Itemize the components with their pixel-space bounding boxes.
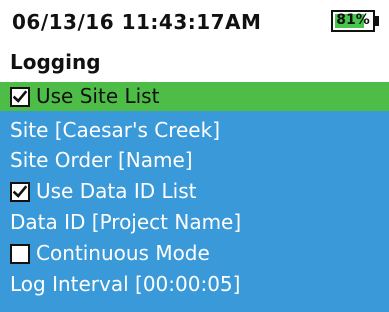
menu-item-label: Site Order [Name] [10,148,193,172]
status-bar: 06/13/16 11:43:17AM 81% [0,0,389,42]
checkmark-icon [13,185,27,198]
checkmark-icon [13,90,27,103]
menu-item-label: Continuous Mode [36,241,210,265]
menu-item-label: Log Interval [00:00:05] [10,272,241,296]
use-data-id-list-checkbox[interactable] [10,182,30,202]
continuous-mode-checkbox[interactable] [10,244,30,264]
menu-item-continuous-mode[interactable]: Continuous Mode [0,239,389,268]
screen-title: Logging [10,50,101,74]
battery-indicator: 81% [331,10,379,32]
battery-percent: 81% [336,12,370,28]
use-site-list-checkbox[interactable] [10,87,30,107]
logging-menu: Use Site List Site [Caesar's Creek] Site… [0,82,389,312]
battery-tip [375,16,379,26]
menu-item-label: Use Data ID List [36,179,197,203]
menu-item-label: Data ID [Project Name] [10,210,242,234]
datetime-display: 06/13/16 11:43:17AM [12,10,262,34]
menu-item-label: Use Site List [36,84,160,108]
logging-screen: 06/13/16 11:43:17AM 81% Logging Use Site… [0,0,389,312]
menu-item-use-data-id-list[interactable]: Use Data ID List [0,177,389,206]
menu-item-data-id[interactable]: Data ID [Project Name] [0,208,389,237]
menu-item-site-order[interactable]: Site Order [Name] [0,146,389,175]
menu-item-label: Site [Caesar's Creek] [10,118,220,142]
menu-item-log-interval[interactable]: Log Interval [00:00:05] [0,270,389,299]
menu-item-use-site-list[interactable]: Use Site List [0,82,389,111]
menu-item-site[interactable]: Site [Caesar's Creek] [0,116,389,145]
